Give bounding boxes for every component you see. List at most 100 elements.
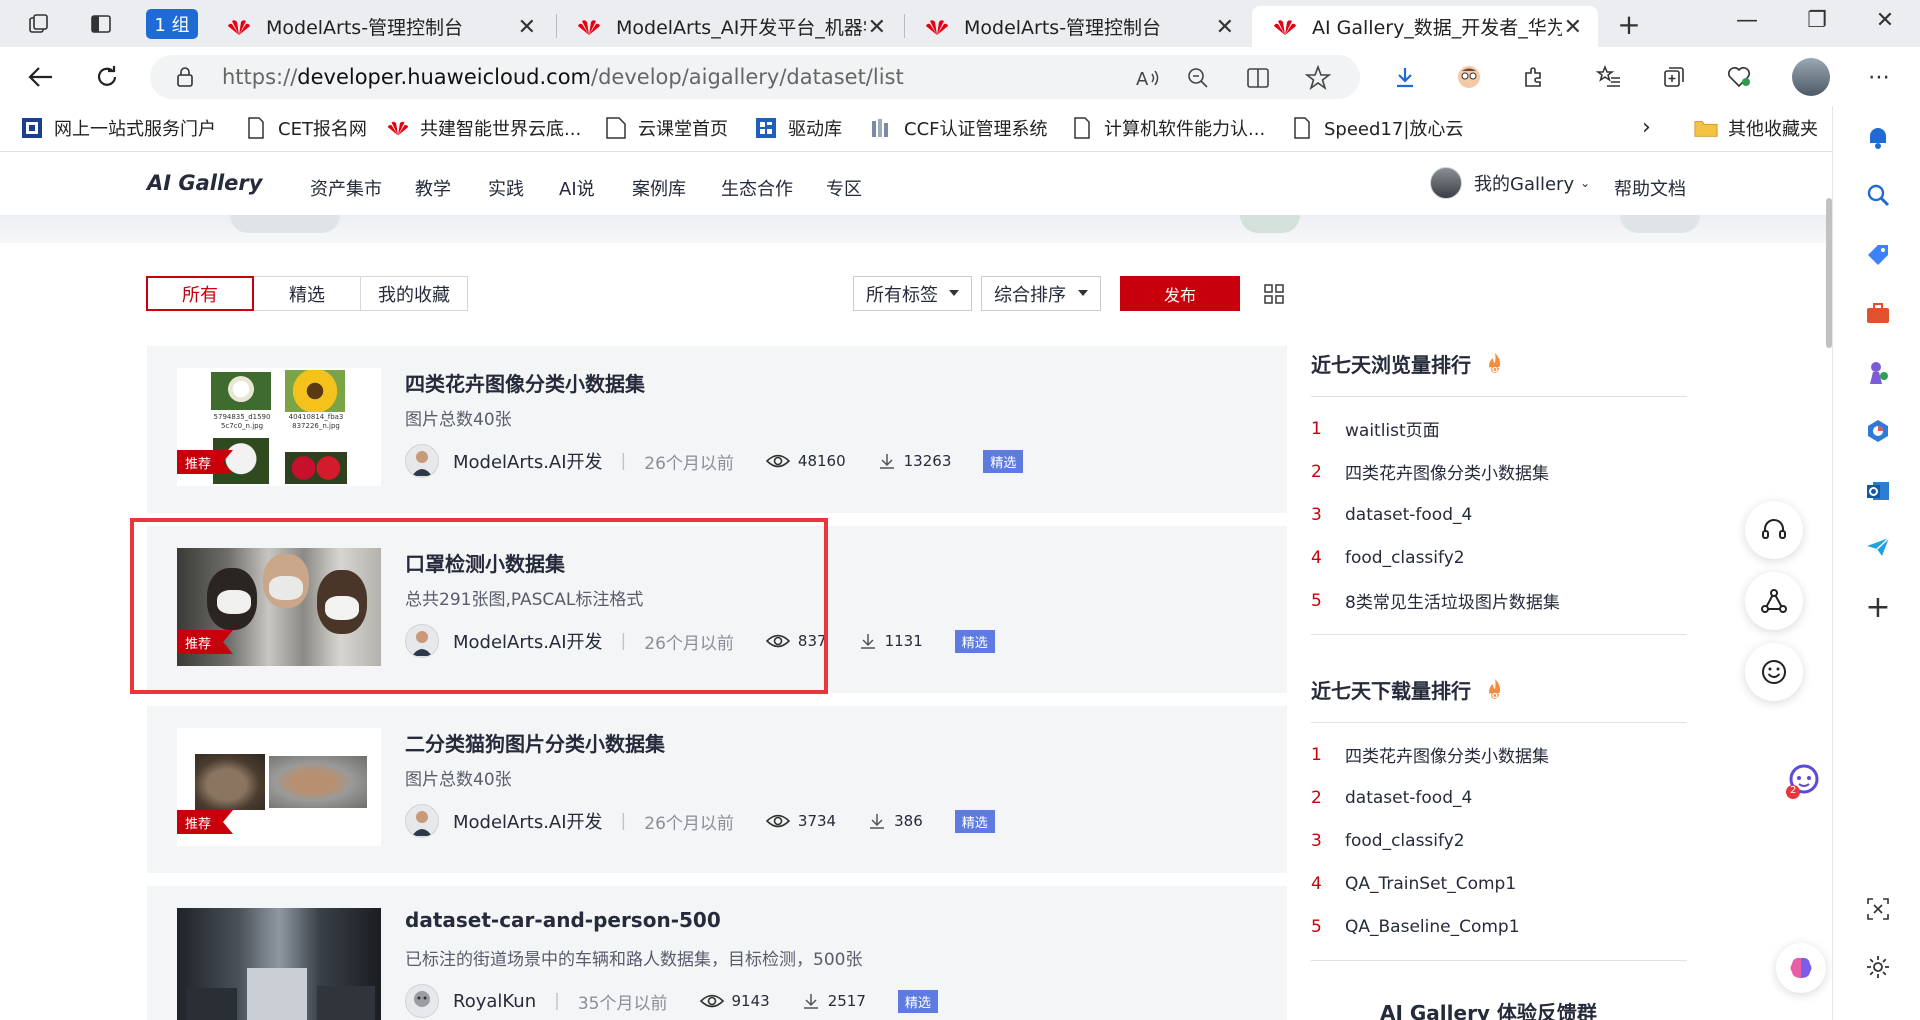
nav-zone[interactable]: 专区	[826, 175, 862, 201]
ranking-item[interactable]: 3 dataset-food_4	[1311, 493, 1687, 536]
rank-name[interactable]: 8类常见生活垃圾图片数据集	[1345, 588, 1560, 613]
close-icon[interactable]: ✕	[868, 15, 886, 40]
user-avatar[interactable]	[1430, 167, 1462, 199]
games-chess-icon[interactable]	[1861, 356, 1895, 390]
author-avatar[interactable]	[405, 984, 439, 1018]
tab-my-favorites[interactable]: 我的收藏	[360, 276, 468, 311]
dataset-card[interactable]: 推荐 口罩检测小数据集 总共291张图,PASCAL标注格式 ModelArts…	[147, 526, 1287, 693]
nav-ai-talk[interactable]: AI说	[559, 175, 595, 201]
tab-all[interactable]: 所有	[146, 276, 254, 311]
rank-name[interactable]: food_classify2	[1345, 548, 1465, 568]
collections-icon[interactable]	[1657, 60, 1691, 94]
tab-ai-gallery[interactable]: AI Gallery_数据_开发者_华为云 ✕	[1252, 6, 1598, 47]
ranking-item[interactable]: 4 QA_TrainSet_Comp1	[1311, 862, 1687, 905]
dataset-title[interactable]: dataset-car-and-person-500	[405, 908, 721, 932]
favorites-list-icon[interactable]	[1592, 60, 1626, 94]
more-menu-icon[interactable]: ⋯	[1862, 60, 1896, 94]
share-button[interactable]	[1745, 572, 1803, 630]
search-icon[interactable]	[1861, 178, 1895, 212]
microsoft-365-icon[interactable]	[1861, 414, 1895, 448]
extension-avatar-icon[interactable]	[1452, 60, 1486, 94]
minimize-icon[interactable]: —	[1722, 8, 1772, 33]
workspaces-icon[interactable]	[24, 9, 54, 39]
dataset-thumbnail[interactable]: 推荐	[177, 728, 381, 846]
tab-modelarts-console-2[interactable]: ModelArts-管理控制台 ✕	[904, 6, 1250, 47]
grid-view-icon[interactable]	[1263, 283, 1285, 305]
dataset-card[interactable]: 推荐 二分类猫狗图片分类小数据集 图片总数40张 ModelArts.AI开发 …	[147, 706, 1287, 873]
outlook-icon[interactable]	[1861, 474, 1895, 508]
read-aloud-icon[interactable]: A	[1134, 64, 1162, 92]
address-bar[interactable]: https://developer.huaweicloud.com/develo…	[150, 55, 1360, 99]
my-gallery-menu[interactable]: 我的Gallery ⌄	[1430, 167, 1590, 199]
tab-modelarts-console-1[interactable]: ModelArts-管理控制台 ✕	[206, 6, 552, 47]
notification-bell-icon[interactable]	[1861, 120, 1895, 154]
shopping-tag-icon[interactable]	[1861, 238, 1895, 272]
window-close-icon[interactable]: ✕	[1860, 8, 1910, 33]
settings-gear-icon[interactable]	[1861, 950, 1895, 984]
add-sidebar-app-icon[interactable]: +	[1861, 590, 1895, 625]
bookmarks-overflow-icon[interactable]: ›	[1642, 115, 1651, 140]
tag-select[interactable]: 所有标签	[853, 276, 972, 311]
ranking-item[interactable]: 1 waitlist页面	[1311, 407, 1687, 450]
author-avatar[interactable]	[405, 804, 439, 838]
ranking-item[interactable]: 3 food_classify2	[1311, 819, 1687, 862]
bookmark-item[interactable]: CCF认证管理系统	[870, 115, 1048, 141]
url-text[interactable]: https://developer.huaweicloud.com/develo…	[222, 65, 904, 89]
sort-select[interactable]: 综合排序	[981, 276, 1101, 311]
extensions-puzzle-icon[interactable]	[1517, 60, 1551, 94]
rank-name[interactable]: waitlist页面	[1345, 416, 1440, 441]
author-name[interactable]: RoyalKun	[453, 991, 536, 1012]
restore-icon[interactable]: ❐	[1792, 8, 1842, 33]
bookmark-item[interactable]: 网上一站式服务门户	[20, 115, 216, 141]
new-tab-icon[interactable]: +	[1614, 8, 1644, 41]
tab-actions-icon[interactable]	[86, 9, 116, 39]
lock-icon[interactable]	[176, 66, 194, 92]
browser-essentials-icon[interactable]	[1722, 60, 1756, 94]
customer-service-button[interactable]	[1745, 501, 1803, 559]
site-logo[interactable]: AI Gallery	[147, 171, 262, 195]
favorite-star-icon[interactable]	[1304, 64, 1332, 92]
author-avatar[interactable]	[405, 624, 439, 658]
zoom-icon[interactable]	[1184, 64, 1212, 92]
ai-brain-button[interactable]	[1776, 943, 1826, 993]
rank-name[interactable]: 四类花卉图像分类小数据集	[1345, 742, 1549, 767]
bookmark-item[interactable]: Speed17|放心云	[1290, 115, 1463, 141]
bookmark-item[interactable]: 驱动库	[754, 115, 842, 141]
dataset-thumbnail[interactable]	[177, 908, 381, 1020]
author-name[interactable]: ModelArts.AI开发	[453, 448, 603, 474]
rank-name[interactable]: food_classify2	[1345, 831, 1465, 851]
rank-name[interactable]: 四类花卉图像分类小数据集	[1345, 459, 1549, 484]
tab-modelarts-ai-platform[interactable]: ModelArts_AI开发平台_机器学习 ✕	[556, 6, 902, 47]
dataset-thumbnail[interactable]: 推荐	[177, 548, 381, 666]
close-icon[interactable]: ✕	[1564, 15, 1582, 40]
dataset-thumbnail[interactable]: 5794835_d1590 5c7c0_n.jpg 40410814_fba3 …	[177, 368, 381, 486]
ranking-item[interactable]: 5 QA_Baseline_Comp1	[1311, 905, 1687, 948]
ranking-item[interactable]: 5 8类常见生活垃圾图片数据集	[1311, 579, 1687, 622]
feedback-button[interactable]	[1745, 643, 1803, 701]
dataset-title[interactable]: 口罩检测小数据集	[405, 548, 565, 577]
ranking-item[interactable]: 4 food_classify2	[1311, 536, 1687, 579]
other-bookmarks-folder[interactable]: 其他收藏夹	[1694, 115, 1818, 141]
close-icon[interactable]: ✕	[518, 15, 536, 40]
rank-name[interactable]: dataset-food_4	[1345, 788, 1472, 808]
nav-asset-market[interactable]: 资产集市	[310, 175, 382, 201]
ranking-item[interactable]: 1 四类花卉图像分类小数据集	[1311, 733, 1687, 776]
bookmark-item[interactable]: 云课堂首页	[604, 115, 728, 141]
author-name[interactable]: ModelArts.AI开发	[453, 808, 603, 834]
assistant-bot-icon[interactable]: 2	[1782, 761, 1822, 801]
download-icon[interactable]	[1388, 60, 1422, 94]
ranking-item[interactable]: 2 dataset-food_4	[1311, 776, 1687, 819]
dataset-card[interactable]: 5794835_d1590 5c7c0_n.jpg 40410814_fba3 …	[147, 346, 1287, 513]
close-icon[interactable]: ✕	[1216, 15, 1234, 40]
tools-briefcase-icon[interactable]	[1861, 296, 1895, 330]
bookmark-item[interactable]: CET报名网	[244, 115, 367, 141]
screenshot-icon[interactable]	[1861, 892, 1895, 926]
profile-avatar[interactable]	[1792, 58, 1830, 96]
dataset-card[interactable]: dataset-car-and-person-500 已标注的街道场景中的车辆和…	[147, 886, 1287, 1020]
rank-name[interactable]: QA_Baseline_Comp1	[1345, 917, 1520, 937]
help-docs-link[interactable]: 帮助文档	[1614, 175, 1686, 201]
refresh-icon[interactable]	[90, 60, 124, 94]
nav-ecosystem[interactable]: 生态合作	[721, 175, 793, 201]
author-avatar[interactable]	[405, 444, 439, 478]
dataset-title[interactable]: 二分类猫狗图片分类小数据集	[405, 728, 665, 757]
